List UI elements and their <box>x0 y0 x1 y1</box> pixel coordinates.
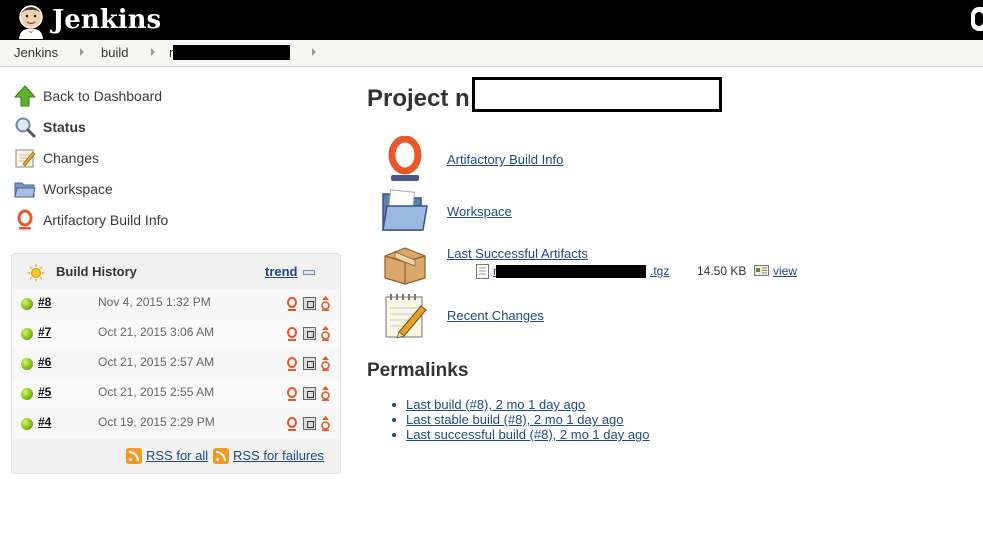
fingerprint-view-icon[interactable] <box>754 265 769 276</box>
workspace-link[interactable]: Workspace <box>447 204 512 219</box>
build-number-link[interactable]: #7 <box>38 325 51 339</box>
deploy-icon[interactable] <box>320 296 331 311</box>
list-item: Last successful build (#8), 2 mo 1 day a… <box>387 427 650 442</box>
page-title-text: Project n <box>367 85 470 112</box>
console-output-icon[interactable] <box>303 357 316 370</box>
artifactory-icon[interactable] <box>286 327 298 341</box>
breadcrumb-separator-icon <box>80 48 84 56</box>
weather-sunny-icon <box>27 264 45 282</box>
jenkins-logo-text[interactable]: Jenkins <box>52 3 161 37</box>
last-successful-artifacts-link[interactable]: Last Successful Artifacts <box>447 246 588 261</box>
build-row: #7 Oct 21, 2015 3:06 AM <box>12 319 340 349</box>
task-label: Workspace <box>43 181 113 197</box>
text-file-icon <box>476 264 489 279</box>
artifactory-build-info-link[interactable]: Artifactory Build Info <box>447 152 563 167</box>
top-header: Jenkins <box>0 0 983 40</box>
rss-all-link[interactable]: RSS for all <box>146 448 208 463</box>
folder-icon <box>14 182 36 198</box>
task-label: Artifactory Build Info <box>43 212 169 228</box>
search-icon <box>15 117 36 138</box>
success-ball-icon[interactable] <box>21 358 33 370</box>
recent-changes-link[interactable]: Recent Changes <box>447 308 544 323</box>
collapse-icon[interactable] <box>303 270 315 275</box>
build-row: #8 Nov 4, 2015 1:32 PM <box>12 289 340 319</box>
notepad-icon[interactable] <box>381 292 429 340</box>
up-arrow-icon <box>14 85 36 107</box>
page-title: Project n <box>367 85 470 113</box>
deploy-icon[interactable] <box>320 326 331 341</box>
rss-failures-link[interactable]: RSS for failures <box>233 448 324 463</box>
permalink-last-successful-build[interactable]: Last successful build (#8), 2 mo 1 day a… <box>406 427 650 442</box>
artifact-size: 14.50 KB <box>697 264 747 278</box>
list-item: Last build (#8), 2 mo 1 day ago <box>387 397 650 412</box>
build-date[interactable]: Oct 21, 2015 3:06 AM <box>98 325 214 339</box>
redaction-bar <box>173 45 290 60</box>
success-ball-icon[interactable] <box>21 298 33 310</box>
redaction-bar <box>496 265 646 278</box>
console-output-icon[interactable] <box>303 327 316 340</box>
permalink-last-stable-build[interactable]: Last stable build (#8), 2 mo 1 day ago <box>406 412 624 427</box>
artifactory-icon[interactable] <box>286 297 298 311</box>
folder-icon[interactable] <box>381 186 429 234</box>
permalink-last-build[interactable]: Last build (#8), 2 mo 1 day ago <box>406 397 585 412</box>
breadcrumb-build[interactable]: build <box>101 45 128 61</box>
console-output-icon[interactable] <box>303 387 316 400</box>
rss-icon[interactable] <box>126 448 142 464</box>
build-date[interactable]: Oct 19, 2015 2:29 PM <box>98 415 215 429</box>
console-output-icon[interactable] <box>303 417 316 430</box>
artifactory-logo-icon[interactable] <box>381 136 429 184</box>
build-history-panel: Build History trend #8 Nov 4, 2015 1:32 … <box>11 253 341 474</box>
deploy-icon[interactable] <box>320 386 331 401</box>
breadcrumb-jenkins[interactable]: Jenkins <box>14 45 58 61</box>
artifactory-icon[interactable] <box>286 357 298 371</box>
rss-icon[interactable] <box>213 448 229 464</box>
jenkins-butler-logo[interactable] <box>14 3 48 39</box>
breadcrumb-separator-icon <box>151 48 155 56</box>
task-label: Back to Dashboard <box>43 88 163 104</box>
notepad-icon <box>15 149 36 168</box>
breadcrumb: Jenkins build n <box>0 40 983 67</box>
build-row: #5 Oct 21, 2015 2:55 AM <box>12 379 340 409</box>
task-label: Status <box>43 119 86 135</box>
rss-links: RSS for all RSS for failures <box>12 440 340 468</box>
deploy-icon[interactable] <box>320 416 331 431</box>
artifactory-icon <box>17 209 33 230</box>
breadcrumb-separator-icon <box>312 48 316 56</box>
trend-link[interactable]: trend <box>265 264 298 279</box>
task-label: Changes <box>43 150 100 166</box>
build-number-link[interactable]: #8 <box>38 295 51 309</box>
artifactory-icon[interactable] <box>286 417 298 431</box>
build-date[interactable]: Oct 21, 2015 2:55 AM <box>98 385 214 399</box>
artifact-view-link[interactable]: view <box>773 264 797 278</box>
build-row: #6 Oct 21, 2015 2:57 AM <box>12 349 340 379</box>
artifactory-icon[interactable] <box>286 387 298 401</box>
deploy-icon[interactable] <box>320 356 331 371</box>
build-row: #4 Oct 19, 2015 2:29 PM <box>12 409 340 439</box>
build-number-link[interactable]: #5 <box>38 385 51 399</box>
build-number-link[interactable]: #4 <box>38 415 51 429</box>
console-output-icon[interactable] <box>303 297 316 310</box>
build-number-link[interactable]: #6 <box>38 355 51 369</box>
redaction-box <box>472 77 722 112</box>
build-history-title: Build History <box>56 264 137 279</box>
search-box-edge[interactable] <box>971 7 983 31</box>
artifact-file-extension[interactable]: .tgz <box>650 264 669 278</box>
package-box-icon[interactable] <box>381 240 429 288</box>
build-date[interactable]: Oct 21, 2015 2:57 AM <box>98 355 214 369</box>
build-history-header: Build History trend <box>12 254 340 290</box>
build-date[interactable]: Nov 4, 2015 1:32 PM <box>98 295 211 309</box>
success-ball-icon[interactable] <box>21 328 33 340</box>
permalinks-list: Last build (#8), 2 mo 1 day ago Last sta… <box>387 397 650 442</box>
list-item: Last stable build (#8), 2 mo 1 day ago <box>387 412 650 427</box>
success-ball-icon[interactable] <box>21 388 33 400</box>
permalinks-heading: Permalinks <box>367 360 469 381</box>
success-ball-icon[interactable] <box>21 418 33 430</box>
